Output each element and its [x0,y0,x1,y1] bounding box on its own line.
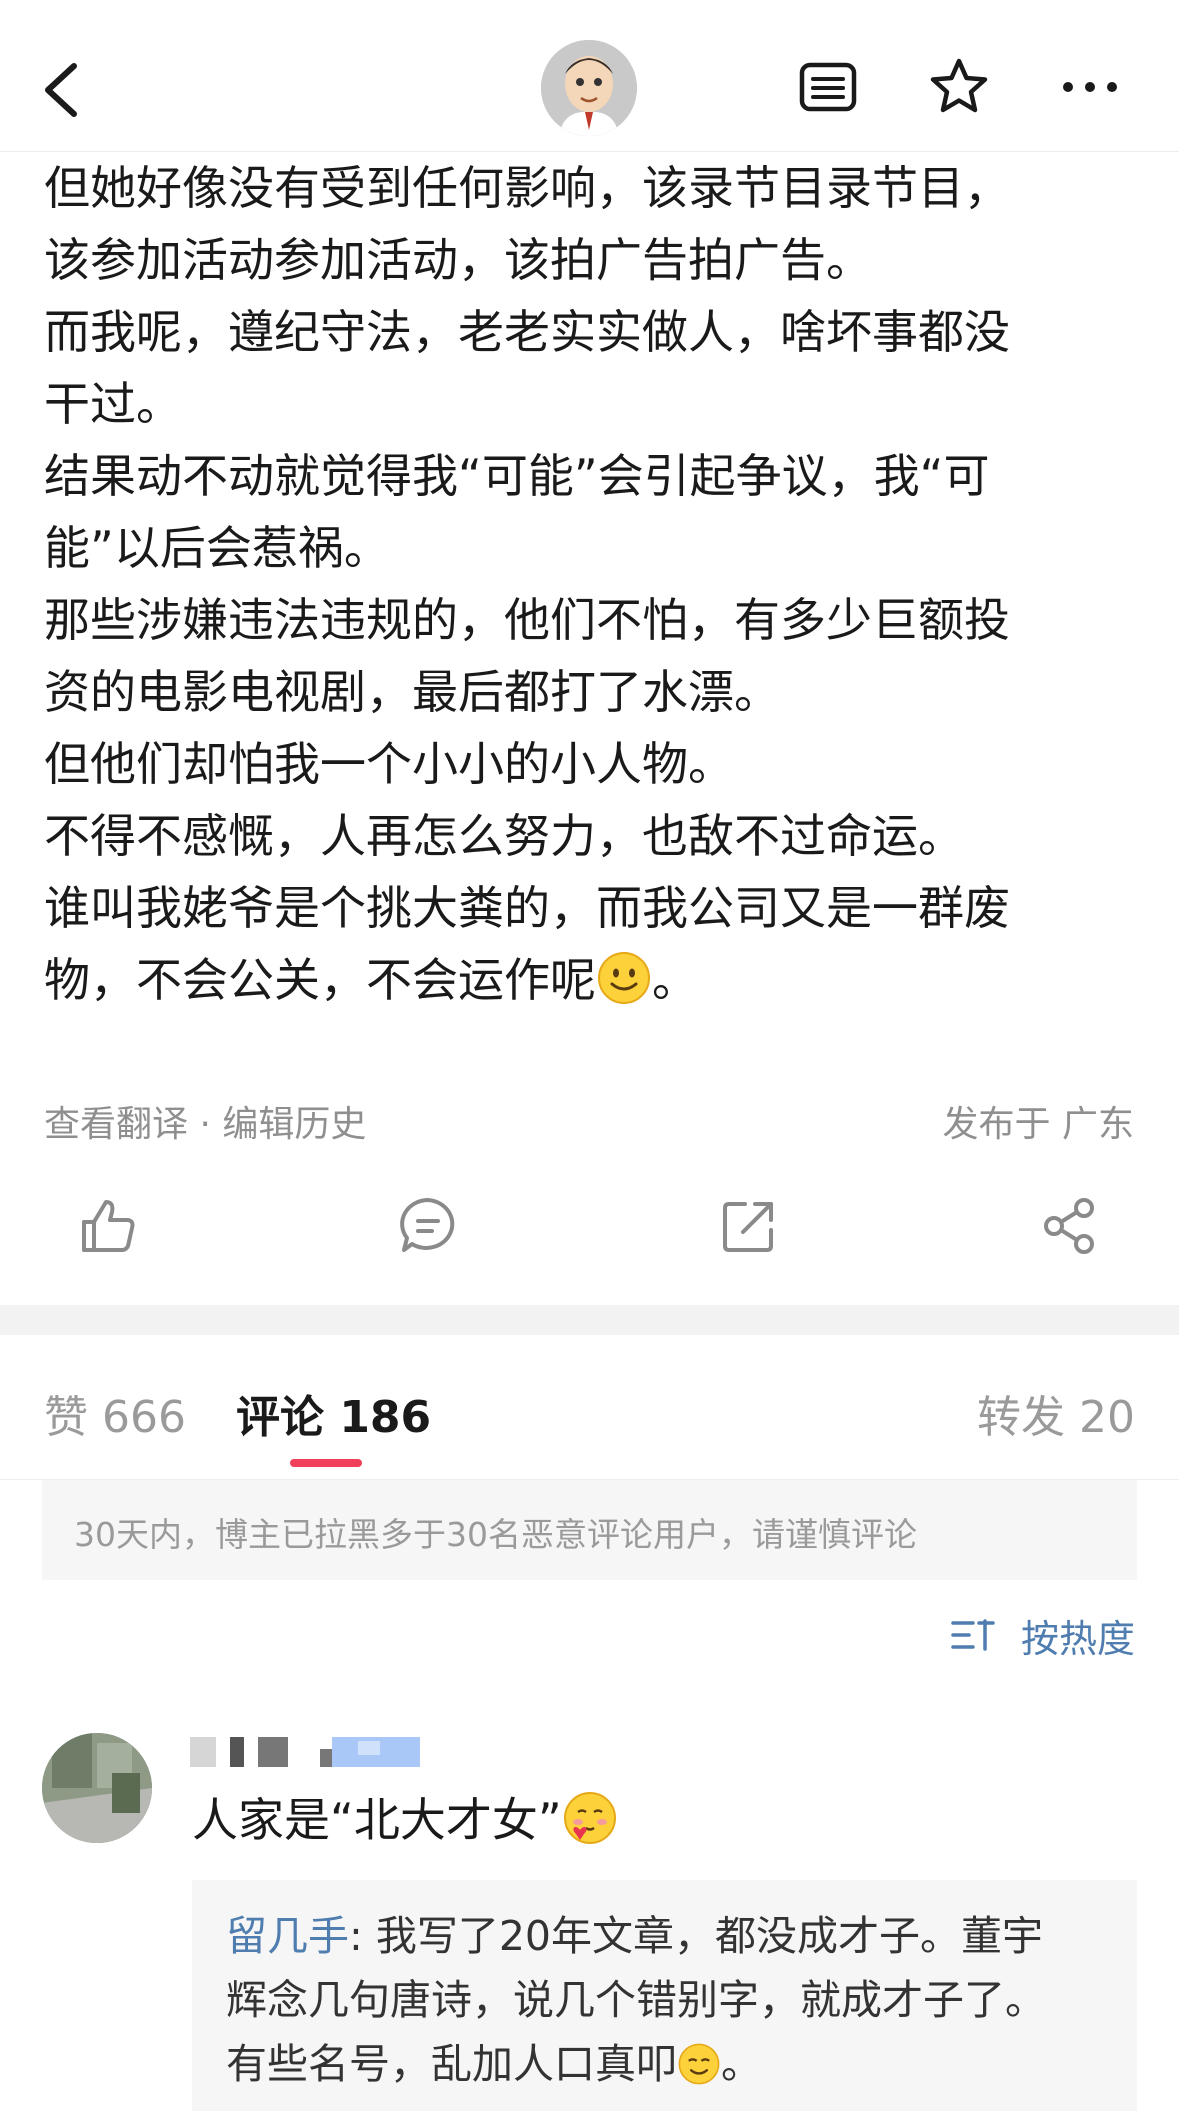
post-line: 但她好像没有受到任何影响，该录节目录节目， [44,161,1010,215]
author-avatar[interactable] [541,40,637,136]
tab-likes[interactable]: 赞 666 [44,1381,186,1445]
post-body: 但她好像没有受到任何影响，该录节目录节目， 该参加活动参加活动，该拍广告拍广告。… [44,152,1144,1016]
share-icon[interactable] [1038,1194,1102,1258]
post-meta: 查看翻译 · 编辑历史 发布于 广东 [44,1095,1134,1145]
interaction-tabs: 赞 666 评论 186 转发 20 [0,1335,1179,1480]
sub-reply-line: 留几手: 我写了20年文章，都没成才子。董宇 [226,1904,1103,1968]
post-line: 能”以后会惹祸。 [44,521,390,575]
sort-label: 按热度 [1020,1616,1135,1661]
list-icon[interactable] [797,56,859,118]
shy-love-emoji-icon [563,1792,616,1844]
comment-text: 人家是“北大才女” [192,1790,618,1850]
blocked-users-notice: 30天内，博主已拉黑多于30名恶意评论用户，请谨慎评论 [42,1480,1137,1580]
more-icon[interactable] [1059,56,1121,118]
post-line: 结果动不动就觉得我“可能”会引起争议，我“可 [44,449,990,503]
post-line-last: 物，不会公关，不会运作呢 。 [44,944,1144,1016]
post-line: 该参加活动参加活动，该拍广告拍广告。 [44,233,872,287]
top-nav-bar [0,0,1179,152]
post-line: 那些涉嫌违法违规的，他们不怕，有多少巨额投 [44,593,1010,647]
sort-control[interactable]: 按热度 [951,1610,1135,1661]
post-line: 而我呢，遵纪守法，老老实实做人，啥坏事都没 [44,305,1010,359]
sub-reply-text: : 我写了20年文章，都没成才子。董宇 [349,1912,1044,1960]
smile-emoji-icon [598,952,650,1004]
chevron-left-icon[interactable] [38,58,86,122]
sub-reply-text: 有些名号，乱加人口真叩 [226,2040,677,2088]
tab-reposts[interactable]: 转发 20 [977,1381,1135,1445]
translate-history-links[interactable]: 查看翻译 · 编辑历史 [44,1095,366,1147]
sub-reply-suffix: 。 [721,2040,762,2088]
post-line-text: 物，不会公关，不会运作呢 [44,953,596,1007]
tab-comments[interactable]: 评论 186 [236,1381,431,1445]
post-line: 干过。 [44,377,182,431]
post-line-suffix: 。 [652,953,698,1007]
section-divider [0,1305,1179,1335]
sub-reply-line: 有些名号，乱加人口真叩 。 [226,2032,1103,2096]
sub-reply-line: 辉念几句唐诗，说几个错别字，就成才子了。 [226,1976,1046,2024]
thumbs-up-icon[interactable] [76,1194,140,1258]
post-location: 发布于 广东 [942,1104,1134,1145]
post-line: 不得不感慨，人再怎么努力，也敌不过命运。 [44,809,964,863]
action-bar [0,1180,1179,1280]
commenter-avatar[interactable] [42,1733,152,1843]
star-icon[interactable] [928,56,990,118]
comment-body: 人家是“北大才女” [192,1793,562,1847]
smug-emoji-icon [678,2043,720,2085]
post-line: 谁叫我姥爷是个挑大粪的，而我公司又是一群废 [44,881,1010,935]
repost-icon[interactable] [717,1194,781,1258]
commenter-name-redacted[interactable] [190,1735,490,1771]
active-tab-indicator [290,1459,362,1467]
sub-reply-box[interactable]: 留几手: 我写了20年文章，都没成才子。董宇 辉念几句唐诗，说几个错别字，就成才… [192,1880,1137,2111]
post-line: 但他们却怕我一个小小的小人物。 [44,737,734,791]
sub-reply-author[interactable]: 留几手 [226,1912,349,1960]
post-line: 资的电影电视剧，最后都打了水漂。 [44,665,780,719]
sort-icon [951,1619,995,1651]
comment-icon[interactable] [396,1194,460,1258]
